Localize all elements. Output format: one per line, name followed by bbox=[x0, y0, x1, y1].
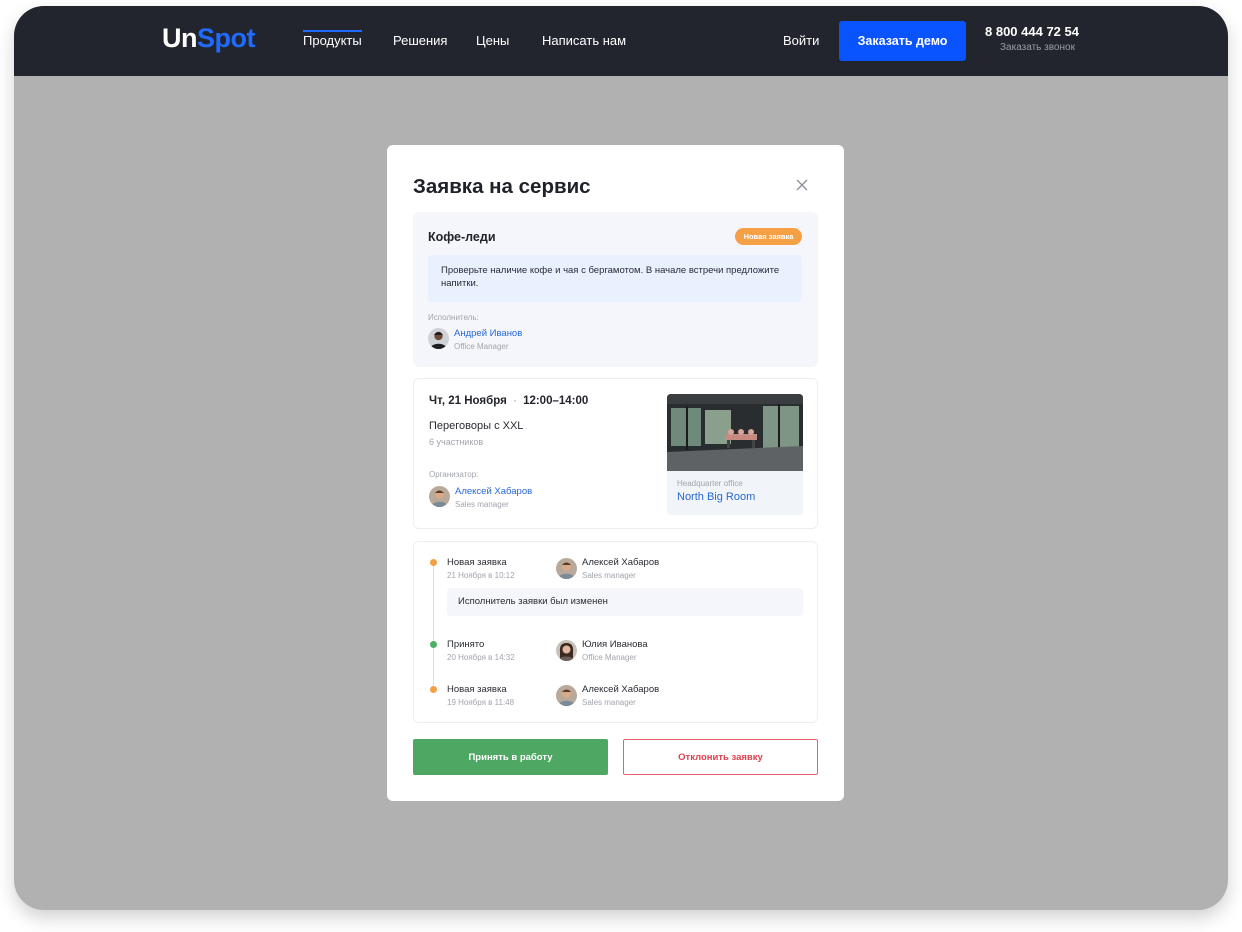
assignee-label: Исполнитель: bbox=[428, 313, 479, 322]
nav-link-solutions[interactable]: Решения bbox=[393, 33, 447, 48]
datetime-separator: · bbox=[513, 395, 517, 407]
organizer-label: Организатор: bbox=[429, 470, 479, 479]
request-title: Кофе-леди bbox=[428, 230, 496, 244]
meeting-title: Переговоры с XXL bbox=[429, 420, 524, 432]
status-badge: Новая заявка bbox=[735, 228, 802, 245]
status-dot-new bbox=[430, 686, 437, 693]
phone-number[interactable]: 8 800 444 72 54 bbox=[985, 24, 1079, 39]
assignee-avatar bbox=[428, 328, 449, 349]
room-info[interactable]: Headquarter office North Big Room bbox=[667, 471, 803, 515]
room-name[interactable]: North Big Room bbox=[677, 491, 755, 503]
login-link[interactable]: Войти bbox=[783, 33, 819, 48]
timeline-line bbox=[433, 564, 434, 692]
history-change-note: Исполнитель заявки был изменен bbox=[447, 588, 803, 616]
nav-link-prices[interactable]: Цены bbox=[476, 33, 509, 48]
meeting-datetime: Чт, 21 Ноября · 12:00–14:00 bbox=[429, 395, 588, 407]
request-card: Кофе-леди Новая заявка Проверьте наличие… bbox=[413, 212, 818, 367]
assignee-role: Office Manager bbox=[454, 342, 509, 351]
history-role: Sales manager bbox=[582, 698, 636, 707]
history-role: Sales manager bbox=[582, 571, 636, 580]
history-card: Новая заявка 21 Ноября в 10:12 Алексей Х… bbox=[413, 541, 818, 723]
history-person: Алексей Хабаров bbox=[582, 557, 660, 568]
assignee-name[interactable]: Андрей Иванов bbox=[454, 328, 522, 339]
logo-text-spot: Spot bbox=[197, 23, 256, 53]
service-request-modal: Заявка на сервис Кофе-леди Новая заявка … bbox=[387, 145, 844, 801]
callback-link[interactable]: Заказать звонок bbox=[1000, 42, 1075, 53]
history-avatar bbox=[556, 640, 577, 661]
history-person: Юлия Иванова bbox=[582, 639, 648, 650]
status-dot-new bbox=[430, 559, 437, 566]
room-office: Headquarter office bbox=[677, 479, 743, 488]
logo[interactable]: UnSpot bbox=[162, 23, 256, 54]
order-demo-button[interactable]: Заказать демо bbox=[839, 21, 966, 61]
nav-link-products[interactable]: Продукты bbox=[303, 30, 362, 48]
organizer-name[interactable]: Алексей Хабаров bbox=[455, 486, 532, 497]
history-person: Алексей Хабаров bbox=[582, 684, 660, 695]
history-date: 21 Ноября в 10:12 bbox=[447, 571, 515, 580]
organizer-role: Sales manager bbox=[455, 500, 509, 509]
history-role: Office Manager bbox=[582, 653, 637, 662]
history-status: Новая заявка bbox=[447, 557, 507, 568]
reject-button[interactable]: Отклонить заявку bbox=[623, 739, 818, 775]
app-window: UnSpot Продукты Решения Цены Написать на… bbox=[14, 6, 1228, 910]
status-dot-accepted bbox=[430, 641, 437, 648]
modal-title: Заявка на сервис bbox=[413, 175, 591, 198]
accept-button[interactable]: Принять в работу bbox=[413, 739, 608, 775]
close-icon[interactable] bbox=[795, 178, 809, 192]
logo-text-un: Un bbox=[162, 23, 198, 53]
request-note: Проверьте наличие кофе и чая с бергамото… bbox=[428, 255, 802, 302]
history-date: 20 Ноября в 14:32 bbox=[447, 653, 515, 662]
history-status: Принято bbox=[447, 639, 485, 650]
history-avatar bbox=[556, 685, 577, 706]
participants-count: 6 участников bbox=[429, 437, 484, 447]
meeting-day: Чт, 21 Ноября bbox=[429, 395, 507, 407]
organizer-avatar bbox=[429, 486, 450, 507]
history-avatar bbox=[556, 558, 577, 579]
top-navigation: UnSpot Продукты Решения Цены Написать на… bbox=[14, 6, 1228, 76]
nav-link-contact[interactable]: Написать нам bbox=[542, 33, 626, 48]
room-photo bbox=[667, 394, 803, 471]
history-status: Новая заявка bbox=[447, 684, 507, 695]
meeting-card: Чт, 21 Ноября · 12:00–14:00 Переговоры с… bbox=[413, 378, 818, 529]
history-date: 19 Ноября в 11:48 bbox=[447, 698, 515, 707]
meeting-time: 12:00–14:00 bbox=[523, 395, 589, 407]
